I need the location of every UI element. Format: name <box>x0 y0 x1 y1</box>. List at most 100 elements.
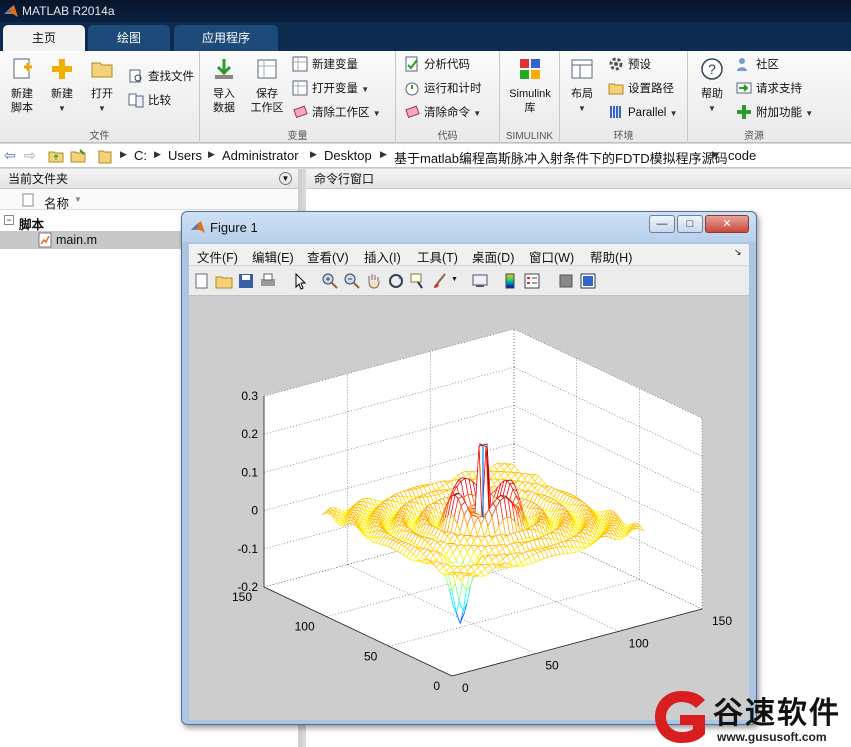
menu-desktop[interactable]: 桌面(D) <box>472 247 514 266</box>
path-segment[interactable]: Desktop <box>324 148 372 163</box>
link-plot-icon[interactable] <box>471 272 489 290</box>
figure-title-bar[interactable]: Figure 1 — □ ✕ <box>182 212 756 242</box>
clear-commands-label: 清除命令 <box>424 107 470 119</box>
group-resources-label: 资源 <box>744 131 764 142</box>
maximize-button[interactable]: □ <box>677 215 703 233</box>
add-ons-button[interactable]: 附加功能 ▼ <box>736 103 813 123</box>
new-script-button[interactable]: 新建 脚本 <box>4 57 40 115</box>
rotate-3d-icon[interactable] <box>387 272 405 290</box>
dock-arrow-icon[interactable]: ↘ <box>734 247 742 258</box>
address-bar: ⇦ ⇨ ▶ C: ▶ Users ▶ Administrator ▶ Deskt… <box>0 144 851 168</box>
pointer-icon[interactable] <box>291 272 309 290</box>
close-button[interactable]: ✕ <box>705 215 749 233</box>
parallel-button[interactable]: Parallel ▼ <box>608 103 677 123</box>
colorbar-icon[interactable] <box>501 272 519 290</box>
forward-arrow-icon[interactable]: ⇨ <box>24 147 36 164</box>
path-separator: ▶ <box>380 149 387 159</box>
data-cursor-icon[interactable] <box>409 272 427 290</box>
request-support-button[interactable]: 请求支持 <box>736 79 802 99</box>
new-variable-label: 新建变量 <box>312 59 358 71</box>
run-and-time-button[interactable]: 运行和计时 <box>404 79 482 99</box>
panel-menu-icon[interactable]: ▼ <box>279 172 292 185</box>
layout-button[interactable]: 布局 ▼ <box>564 57 600 116</box>
group-environment-label: 环境 <box>613 131 634 142</box>
open-button[interactable]: 打开 ▼ <box>84 57 120 116</box>
open-file-icon[interactable] <box>215 272 233 290</box>
set-path-button[interactable]: 设置路径 <box>608 79 674 99</box>
save-workspace-label: 保存 工作区 <box>250 88 284 114</box>
new-script-icon <box>13 58 32 79</box>
minimize-button[interactable]: — <box>649 215 675 233</box>
x-tick-label: 150 <box>712 614 732 628</box>
path-segment[interactable]: C: <box>134 148 147 163</box>
new-button[interactable]: 新建 ▼ <box>44 57 80 116</box>
new-variable-button[interactable]: 新建变量 <box>292 55 358 75</box>
save-workspace-button[interactable]: 保存 工作区 <box>248 57 286 115</box>
help-icon: ? <box>701 58 723 80</box>
group-variable: 导入 数据 保存 工作区 新建变量 打开变量 ▼ 清除工作区 ▼ 变量 <box>200 51 396 143</box>
import-data-button[interactable]: 导入 数据 <box>206 57 242 115</box>
zoom-out-icon[interactable] <box>343 272 361 290</box>
path-segment[interactable]: 基于matlab编程高斯脉冲入射条件下的FDTD模拟程序源码 <box>394 148 728 167</box>
path-segment[interactable]: code <box>728 148 756 163</box>
chevron-down-icon: ▼ <box>669 109 678 118</box>
chevron-down-icon: ▼ <box>708 104 716 113</box>
legend-icon[interactable] <box>523 272 541 290</box>
preferences-button[interactable]: 预设 <box>608 55 651 75</box>
zoom-in-icon[interactable] <box>321 272 339 290</box>
menu-help[interactable]: 帮助(H) <box>590 247 632 266</box>
mesh-plot[interactable]: 0.30.20.10-0.1-0.2050100150050100150 <box>189 296 749 720</box>
plot-canvas[interactable]: 0.3 0.2 0.1 0 -0.1 -0.2 0 50 100 150 0 50 100 150 <box>189 296 749 720</box>
up-folder-icon[interactable] <box>48 148 64 164</box>
tab-home[interactable]: 主页 <box>3 25 85 51</box>
open-variable-button[interactable]: 打开变量 ▼ <box>292 79 369 99</box>
analyze-code-button[interactable]: 分析代码 <box>404 55 470 75</box>
chevron-down-icon[interactable]: ▼ <box>451 276 458 283</box>
pan-hand-icon[interactable] <box>365 272 383 290</box>
column-header: 名称 ▼ <box>0 190 298 212</box>
collapse-icon[interactable]: − <box>4 215 14 225</box>
figure-window[interactable]: Figure 1 — □ ✕ 文件(F) 编辑(E) 查看(V) 插入(I) 工… <box>181 211 757 725</box>
new-figure-icon[interactable] <box>193 272 211 290</box>
z-tick-label: 0 <box>251 504 258 518</box>
parallel-label: Parallel <box>628 107 667 119</box>
tab-apps[interactable]: 应用程序 <box>174 25 278 51</box>
menu-file[interactable]: 文件(F) <box>197 247 238 266</box>
menu-insert[interactable]: 插入(I) <box>364 247 401 266</box>
print-icon[interactable] <box>259 272 277 290</box>
browse-folder-icon[interactable] <box>70 148 86 164</box>
z-tick-label: 0.2 <box>241 427 258 441</box>
chevron-down-icon: ▼ <box>58 104 66 113</box>
back-arrow-icon[interactable]: ⇦ <box>4 147 16 164</box>
path-separator: ▶ <box>712 149 719 159</box>
community-button[interactable]: 社区 <box>736 55 779 75</box>
clear-commands-button[interactable]: 清除命令 ▼ <box>404 103 481 123</box>
file-name: main.m <box>56 233 97 247</box>
group-file: 新建 脚本 新建 ▼ 打开 ▼ 查找文件 比较 文件 <box>0 51 200 143</box>
path-segment[interactable]: Administrator <box>222 148 299 163</box>
find-files-button[interactable]: 查找文件 <box>128 67 194 87</box>
menu-view[interactable]: 查看(V) <box>307 247 349 266</box>
figure-toolbar: ▼ <box>189 266 749 296</box>
path-separator: ▶ <box>120 149 127 159</box>
set-path-label: 设置路径 <box>628 83 674 95</box>
brush-icon[interactable] <box>431 272 449 290</box>
y-tick-label: 50 <box>364 649 378 663</box>
menu-edit[interactable]: 编辑(E) <box>252 247 294 266</box>
compare-label: 比较 <box>148 95 171 107</box>
chevron-down-icon: ▼ <box>372 109 381 118</box>
tab-plots[interactable]: 绘图 <box>88 25 170 51</box>
path-segment[interactable]: Users <box>168 148 202 163</box>
simulink-library-button[interactable]: Simulink 库 <box>504 57 556 115</box>
menu-window[interactable]: 窗口(W) <box>529 247 574 266</box>
matlab-logo-icon <box>191 221 205 233</box>
show-plot-tools-icon[interactable] <box>579 272 597 290</box>
file-icon <box>22 193 34 207</box>
save-icon[interactable] <box>237 272 255 290</box>
compare-button[interactable]: 比较 <box>128 91 171 111</box>
help-button[interactable]: ? 帮助 ▼ <box>694 57 730 116</box>
menu-tools[interactable]: 工具(T) <box>417 247 458 266</box>
clear-workspace-button[interactable]: 清除工作区 ▼ <box>292 103 381 123</box>
column-name[interactable]: 名称 <box>44 193 69 212</box>
hide-plot-tools-icon[interactable] <box>557 272 575 290</box>
